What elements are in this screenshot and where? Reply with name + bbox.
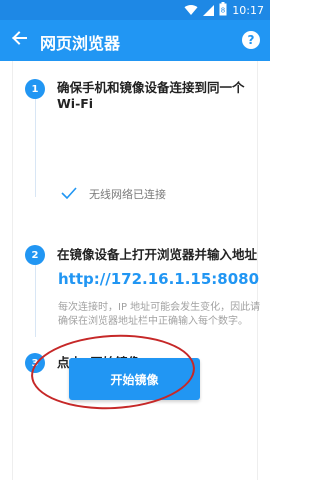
signal-icon: [203, 1, 215, 20]
step-3-badge: 3: [25, 353, 45, 373]
status-time: 10:17: [232, 3, 264, 17]
help-button[interactable]: ?: [242, 31, 260, 49]
step-connector-line: [35, 97, 36, 197]
instructions-panel: 1 确保手机和镜像设备连接到同一个Wi-Fi 无线网络已连接 2 在镜像设备上打…: [12, 61, 260, 480]
back-arrow-icon: [11, 30, 27, 50]
battery-level: 8: [221, 6, 225, 14]
step-1-title: 确保手机和镜像设备连接到同一个Wi-Fi: [57, 80, 245, 111]
page-title: 网页浏览器: [40, 34, 121, 53]
check-icon: [61, 184, 77, 203]
step-1-badge: 1: [25, 79, 45, 99]
wifi-icon: [184, 1, 198, 20]
step-2-badge: 2: [25, 245, 45, 265]
battery-icon: 8: [219, 1, 227, 20]
status-bar: 8 10:17: [0, 0, 270, 20]
wifi-status-row: 无线网络已连接: [61, 184, 166, 203]
step-2-title: 在镜像设备上打开浏览器并输入地址: [57, 247, 258, 262]
app-bar: 网页浏览器 ?: [0, 20, 270, 61]
status-icons: 8 10:17: [184, 1, 264, 20]
server-url: http://172.16.1.15:8080: [58, 270, 260, 288]
start-mirroring-button[interactable]: 开始镜像: [69, 358, 200, 400]
ip-note: 每次连接时，IP 地址可能会发生变化，因此请确保在浏览器地址栏中正确输入每个数字…: [58, 302, 261, 327]
step-connector-line: [35, 265, 36, 337]
wifi-status-text: 无线网络已连接: [89, 187, 166, 201]
back-button[interactable]: [8, 29, 30, 51]
